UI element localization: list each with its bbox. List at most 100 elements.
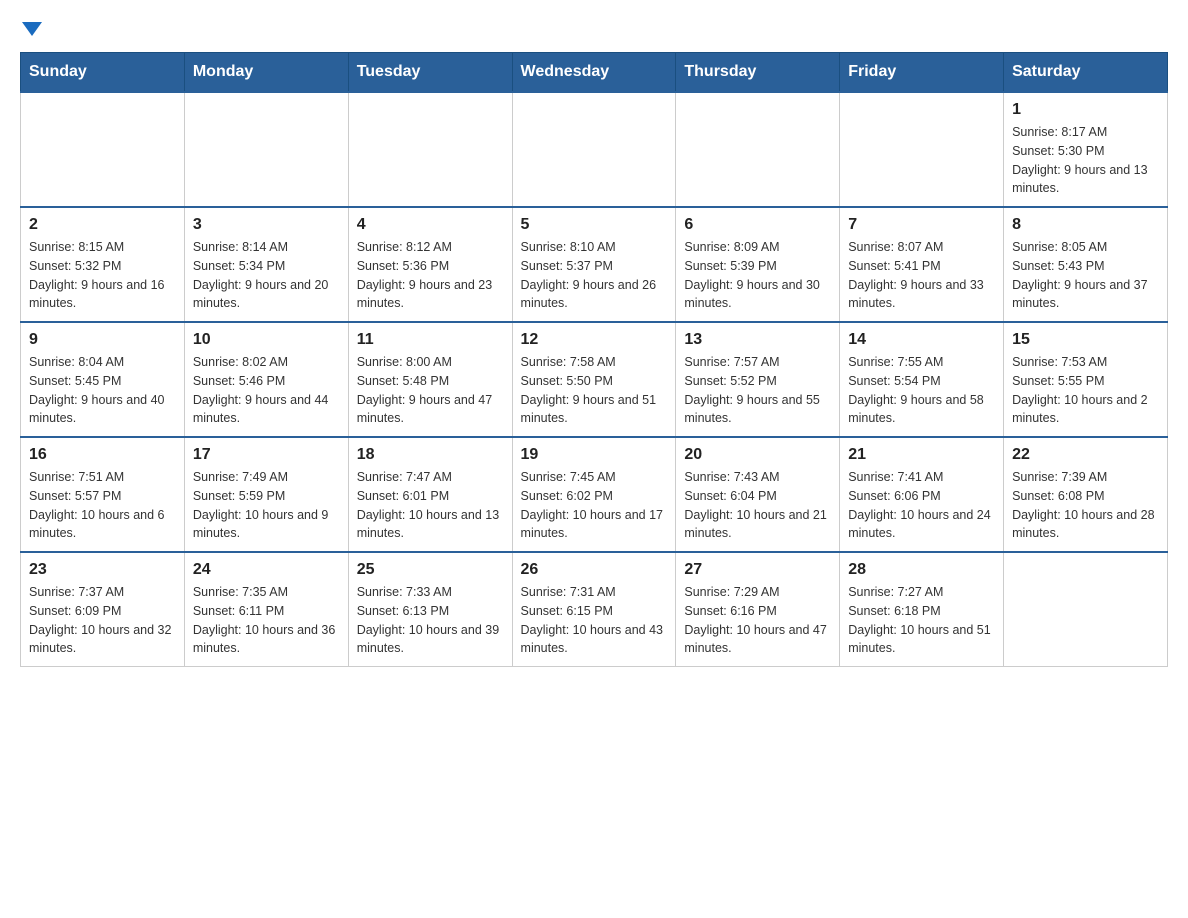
day-info: Sunrise: 7:49 AM Sunset: 5:59 PM Dayligh…: [193, 468, 340, 543]
day-info: Sunrise: 7:39 AM Sunset: 6:08 PM Dayligh…: [1012, 468, 1159, 543]
day-number: 9: [29, 331, 176, 349]
day-number: 14: [848, 331, 995, 349]
day-number: 25: [357, 561, 504, 579]
weekday-header-friday: Friday: [840, 53, 1004, 93]
day-number: 8: [1012, 216, 1159, 234]
day-info: Sunrise: 7:45 AM Sunset: 6:02 PM Dayligh…: [521, 468, 668, 543]
day-number: 15: [1012, 331, 1159, 349]
calendar-cell: 22 Sunrise: 7:39 AM Sunset: 6:08 PM Dayli…: [1004, 437, 1168, 552]
day-number: 28: [848, 561, 995, 579]
day-number: 1: [1012, 101, 1159, 119]
logo: [20, 20, 42, 32]
day-info: Sunrise: 8:15 AM Sunset: 5:32 PM Dayligh…: [29, 238, 176, 313]
calendar-cell: 15 Sunrise: 7:53 AM Sunset: 5:55 PM Dayli…: [1004, 322, 1168, 437]
day-number: 22: [1012, 446, 1159, 464]
day-info: Sunrise: 7:43 AM Sunset: 6:04 PM Dayligh…: [684, 468, 831, 543]
day-number: 18: [357, 446, 504, 464]
day-info: Sunrise: 7:27 AM Sunset: 6:18 PM Dayligh…: [848, 583, 995, 658]
weekday-header-thursday: Thursday: [676, 53, 840, 93]
calendar-cell: [840, 92, 1004, 207]
day-number: 10: [193, 331, 340, 349]
weekday-header-wednesday: Wednesday: [512, 53, 676, 93]
calendar-cell: [676, 92, 840, 207]
calendar-cell: 6 Sunrise: 8:09 AM Sunset: 5:39 PM Daylig…: [676, 207, 840, 322]
calendar-cell: 12 Sunrise: 7:58 AM Sunset: 5:50 PM Dayli…: [512, 322, 676, 437]
calendar-cell: 26 Sunrise: 7:31 AM Sunset: 6:15 PM Dayli…: [512, 552, 676, 667]
calendar-cell: 2 Sunrise: 8:15 AM Sunset: 5:32 PM Daylig…: [21, 207, 185, 322]
day-info: Sunrise: 7:33 AM Sunset: 6:13 PM Dayligh…: [357, 583, 504, 658]
calendar-cell: 13Sunrise: 7:57 AM Sunset: 5:52 PM Dayli…: [676, 322, 840, 437]
calendar-cell: 8 Sunrise: 8:05 AM Sunset: 5:43 PM Daylig…: [1004, 207, 1168, 322]
day-number: 5: [521, 216, 668, 234]
day-number: 24: [193, 561, 340, 579]
day-number: 12: [521, 331, 668, 349]
day-info: Sunrise: 7:31 AM Sunset: 6:15 PM Dayligh…: [521, 583, 668, 658]
calendar-cell: 20 Sunrise: 7:43 AM Sunset: 6:04 PM Dayli…: [676, 437, 840, 552]
calendar-cell: 5 Sunrise: 8:10 AM Sunset: 5:37 PM Daylig…: [512, 207, 676, 322]
week-row-2: 2 Sunrise: 8:15 AM Sunset: 5:32 PM Daylig…: [21, 207, 1168, 322]
day-number: 3: [193, 216, 340, 234]
day-number: 17: [193, 446, 340, 464]
calendar-cell: 25 Sunrise: 7:33 AM Sunset: 6:13 PM Dayli…: [348, 552, 512, 667]
weekday-header-saturday: Saturday: [1004, 53, 1168, 93]
calendar-cell: 23 Sunrise: 7:37 AM Sunset: 6:09 PM Dayli…: [21, 552, 185, 667]
day-info: Sunrise: 7:35 AM Sunset: 6:11 PM Dayligh…: [193, 583, 340, 658]
day-info: Sunrise: 7:37 AM Sunset: 6:09 PM Dayligh…: [29, 583, 176, 658]
calendar-cell: 10 Sunrise: 8:02 AM Sunset: 5:46 PM Dayli…: [184, 322, 348, 437]
day-info: Sunrise: 8:17 AM Sunset: 5:30 PM Dayligh…: [1012, 123, 1159, 198]
day-number: 4: [357, 216, 504, 234]
day-number: 20: [684, 446, 831, 464]
weekday-header-tuesday: Tuesday: [348, 53, 512, 93]
calendar-cell: 9 Sunrise: 8:04 AM Sunset: 5:45 PM Daylig…: [21, 322, 185, 437]
week-row-5: 23 Sunrise: 7:37 AM Sunset: 6:09 PM Dayli…: [21, 552, 1168, 667]
day-number: 16: [29, 446, 176, 464]
day-number: 27: [684, 561, 831, 579]
weekday-header-sunday: Sunday: [21, 53, 185, 93]
calendar-cell: 28 Sunrise: 7:27 AM Sunset: 6:18 PM Dayli…: [840, 552, 1004, 667]
day-info: Sunrise: 7:53 AM Sunset: 5:55 PM Dayligh…: [1012, 353, 1159, 428]
calendar-cell: [184, 92, 348, 207]
day-number: 26: [521, 561, 668, 579]
day-info: Sunrise: 8:05 AM Sunset: 5:43 PM Dayligh…: [1012, 238, 1159, 313]
calendar-cell: 7Sunrise: 8:07 AM Sunset: 5:41 PM Daylig…: [840, 207, 1004, 322]
week-row-3: 9 Sunrise: 8:04 AM Sunset: 5:45 PM Daylig…: [21, 322, 1168, 437]
day-number: 21: [848, 446, 995, 464]
day-info: Sunrise: 8:09 AM Sunset: 5:39 PM Dayligh…: [684, 238, 831, 313]
day-info: Sunrise: 7:41 AM Sunset: 6:06 PM Dayligh…: [848, 468, 995, 543]
calendar-cell: 1 Sunrise: 8:17 AM Sunset: 5:30 PM Daylig…: [1004, 92, 1168, 207]
calendar-cell: [1004, 552, 1168, 667]
day-info: Sunrise: 8:04 AM Sunset: 5:45 PM Dayligh…: [29, 353, 176, 428]
day-number: 2: [29, 216, 176, 234]
calendar-cell: 4 Sunrise: 8:12 AM Sunset: 5:36 PM Daylig…: [348, 207, 512, 322]
day-info: Sunrise: 8:10 AM Sunset: 5:37 PM Dayligh…: [521, 238, 668, 313]
page-header: [20, 20, 1168, 32]
calendar-cell: 11Sunrise: 8:00 AM Sunset: 5:48 PM Dayli…: [348, 322, 512, 437]
calendar-cell: 27Sunrise: 7:29 AM Sunset: 6:16 PM Dayli…: [676, 552, 840, 667]
week-row-1: 1 Sunrise: 8:17 AM Sunset: 5:30 PM Daylig…: [21, 92, 1168, 207]
day-number: 19: [521, 446, 668, 464]
calendar-cell: 17 Sunrise: 7:49 AM Sunset: 5:59 PM Dayli…: [184, 437, 348, 552]
calendar-cell: 18 Sunrise: 7:47 AM Sunset: 6:01 PM Dayli…: [348, 437, 512, 552]
day-number: 23: [29, 561, 176, 579]
calendar-cell: [348, 92, 512, 207]
week-row-4: 16 Sunrise: 7:51 AM Sunset: 5:57 PM Dayli…: [21, 437, 1168, 552]
calendar-cell: 3 Sunrise: 8:14 AM Sunset: 5:34 PM Daylig…: [184, 207, 348, 322]
calendar-cell: 24 Sunrise: 7:35 AM Sunset: 6:11 PM Dayli…: [184, 552, 348, 667]
calendar-header-row: SundayMondayTuesdayWednesdayThursdayFrid…: [21, 53, 1168, 93]
day-number: 7: [848, 216, 995, 234]
day-info: Sunrise: 7:58 AM Sunset: 5:50 PM Dayligh…: [521, 353, 668, 428]
day-number: 11: [357, 331, 504, 349]
calendar-cell: 19 Sunrise: 7:45 AM Sunset: 6:02 PM Dayli…: [512, 437, 676, 552]
day-number: 13: [684, 331, 831, 349]
calendar-cell: [21, 92, 185, 207]
calendar-cell: 16 Sunrise: 7:51 AM Sunset: 5:57 PM Dayli…: [21, 437, 185, 552]
day-info: Sunrise: 8:14 AM Sunset: 5:34 PM Dayligh…: [193, 238, 340, 313]
day-number: 6: [684, 216, 831, 234]
day-info: Sunrise: 7:51 AM Sunset: 5:57 PM Dayligh…: [29, 468, 176, 543]
day-info: Sunrise: 8:12 AM Sunset: 5:36 PM Dayligh…: [357, 238, 504, 313]
weekday-header-monday: Monday: [184, 53, 348, 93]
day-info: Sunrise: 8:02 AM Sunset: 5:46 PM Dayligh…: [193, 353, 340, 428]
calendar-cell: 21 Sunrise: 7:41 AM Sunset: 6:06 PM Dayli…: [840, 437, 1004, 552]
logo-triangle-icon: [22, 22, 42, 36]
day-info: Sunrise: 7:47 AM Sunset: 6:01 PM Dayligh…: [357, 468, 504, 543]
